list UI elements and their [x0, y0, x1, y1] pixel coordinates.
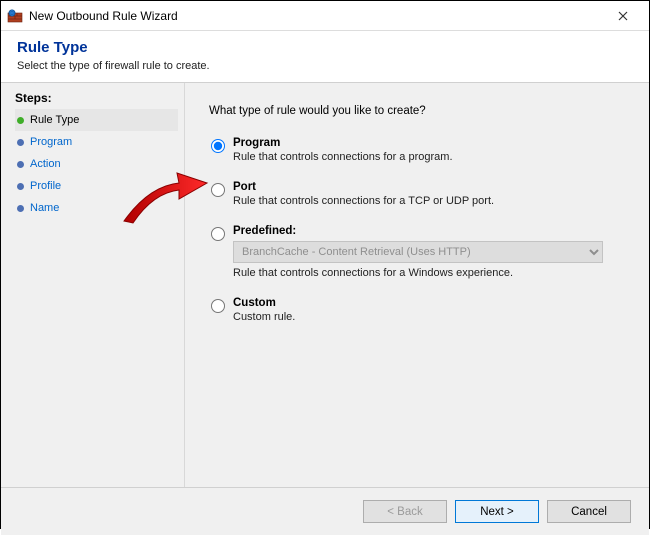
next-button[interactable]: Next > — [455, 500, 539, 523]
steps-sidebar: Steps: Rule Type Program Action Profile … — [1, 83, 185, 487]
step-bullet-icon — [17, 205, 24, 212]
radio-custom[interactable] — [211, 299, 225, 313]
footer: < Back Next > Cancel — [1, 487, 649, 535]
predefined-select[interactable]: BranchCache - Content Retrieval (Uses HT… — [233, 241, 603, 263]
option-program-title: Program — [233, 137, 629, 149]
option-predefined[interactable]: Predefined: BranchCache - Content Retrie… — [209, 225, 629, 289]
step-label: Program — [30, 136, 72, 148]
step-label: Name — [30, 202, 59, 214]
step-bullet-icon — [17, 161, 24, 168]
main-panel: What type of rule would you like to crea… — [185, 83, 649, 487]
firewall-icon — [7, 8, 23, 24]
option-predefined-title: Predefined: — [233, 225, 629, 237]
step-rule-type[interactable]: Rule Type — [15, 109, 178, 131]
radio-program[interactable] — [211, 139, 225, 153]
rule-type-question: What type of rule would you like to crea… — [209, 105, 629, 117]
step-profile[interactable]: Profile — [15, 175, 184, 197]
option-port-desc: Rule that controls connections for a TCP… — [233, 195, 629, 207]
page-subtitle: Select the type of firewall rule to crea… — [17, 60, 633, 72]
titlebar: New Outbound Rule Wizard — [1, 1, 649, 31]
step-name[interactable]: Name — [15, 197, 184, 219]
option-program-desc: Rule that controls connections for a pro… — [233, 151, 629, 163]
option-predefined-desc: Rule that controls connections for a Win… — [233, 267, 629, 279]
option-custom-title: Custom — [233, 297, 629, 309]
cancel-button[interactable]: Cancel — [547, 500, 631, 523]
radio-port[interactable] — [211, 183, 225, 197]
step-bullet-icon — [17, 117, 24, 124]
step-program[interactable]: Program — [15, 131, 184, 153]
header: Rule Type Select the type of firewall ru… — [1, 31, 649, 83]
step-label: Rule Type — [30, 114, 79, 126]
step-action[interactable]: Action — [15, 153, 184, 175]
radio-predefined[interactable] — [211, 227, 225, 241]
option-port[interactable]: Port Rule that controls connections for … — [209, 181, 629, 217]
step-bullet-icon — [17, 183, 24, 190]
window-title: New Outbound Rule Wizard — [29, 9, 603, 23]
step-label: Action — [30, 158, 61, 170]
back-button[interactable]: < Back — [363, 500, 447, 523]
option-custom-desc: Custom rule. — [233, 311, 629, 323]
close-button[interactable] — [603, 2, 643, 30]
option-program[interactable]: Program Rule that controls connections f… — [209, 137, 629, 173]
step-bullet-icon — [17, 139, 24, 146]
step-label: Profile — [30, 180, 61, 192]
option-port-title: Port — [233, 181, 629, 193]
page-title: Rule Type — [17, 39, 633, 56]
steps-label: Steps: — [15, 91, 184, 105]
option-custom[interactable]: Custom Custom rule. — [209, 297, 629, 333]
